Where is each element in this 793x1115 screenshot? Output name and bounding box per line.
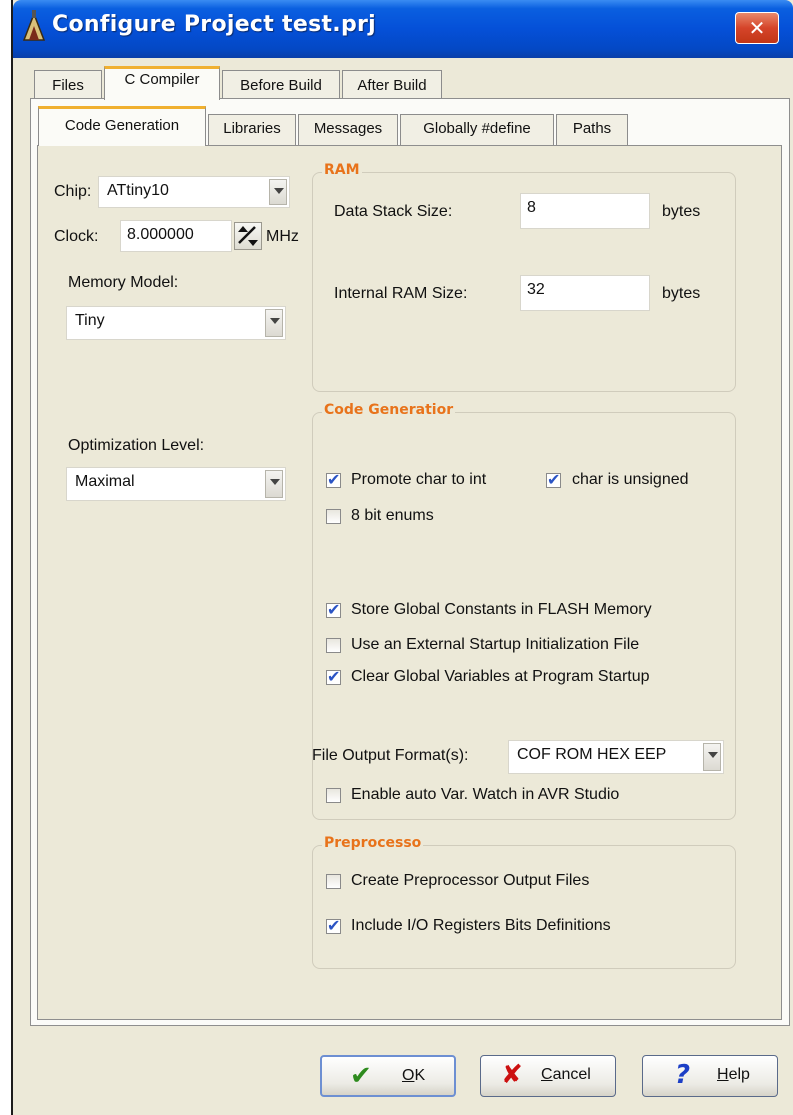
tab-files[interactable]: Files	[34, 70, 102, 100]
clock-label: Clock:	[54, 228, 99, 245]
chevron-down-icon[interactable]	[265, 309, 283, 337]
data-stack-input[interactable]: 8	[520, 193, 650, 229]
clock-spin-button[interactable]	[234, 222, 262, 250]
tab-messages[interactable]: Messages	[298, 114, 398, 146]
clock-value: 8.000000	[127, 226, 194, 243]
chevron-down-icon[interactable]	[265, 470, 283, 498]
help-button[interactable]: ? Help	[642, 1055, 778, 1097]
clock-input[interactable]: 8.000000	[120, 220, 232, 252]
data-stack-value: 8	[527, 199, 536, 216]
file-output-select[interactable]: COF ROM HEX EEP	[508, 740, 724, 774]
ok-label: OK	[402, 1067, 426, 1084]
chevron-down-icon[interactable]	[269, 179, 287, 205]
auto-var-watch-label: Enable auto Var. Watch in AVR Studio	[351, 786, 620, 803]
tab-after-build-label: After Build	[357, 77, 427, 94]
create-preproc-output-checkbox[interactable]	[326, 874, 341, 889]
auto-var-watch-checkbox[interactable]	[326, 788, 341, 803]
tab-messages-label: Messages	[313, 120, 383, 137]
tab-paths-label: Paths	[572, 120, 612, 137]
tab-c-compiler-label: C Compiler	[124, 71, 200, 88]
internal-ram-unit: bytes	[662, 285, 701, 302]
chip-select[interactable]: ATtiny10	[98, 176, 290, 208]
memory-model-select[interactable]: Tiny	[66, 306, 286, 340]
cancel-button[interactable]: ✘ Cancel	[480, 1055, 616, 1097]
close-x-icon: ✘	[501, 1060, 523, 1090]
tab-libraries-label: Libraries	[223, 120, 281, 137]
tab-globally-define[interactable]: Globally #define	[400, 114, 554, 146]
include-io-checkbox[interactable]	[326, 916, 341, 935]
ok-button[interactable]: ✔ OK	[320, 1055, 456, 1097]
code-generator-group-title: Code Generatior	[322, 402, 456, 418]
internal-ram-value: 32	[527, 281, 545, 298]
external-startup-checkbox[interactable]	[326, 638, 341, 653]
tab-after-build[interactable]: After Build	[342, 70, 442, 100]
tab-code-generation[interactable]: Code Generation	[38, 106, 206, 146]
chip-value: ATtiny10	[107, 182, 169, 199]
memory-model-value: Tiny	[75, 312, 105, 329]
create-preproc-output-label: Create Preprocessor Output Files	[351, 872, 590, 889]
window-title: Configure Project test.prj	[52, 12, 376, 37]
close-icon: ✕	[748, 16, 766, 40]
tab-paths[interactable]: Paths	[556, 114, 628, 146]
tab-code-generation-label: Code Generation	[64, 117, 180, 134]
promote-char-checkbox[interactable]	[326, 470, 341, 489]
tab-globally-define-label: Globally #define	[423, 120, 531, 137]
tab-before-build-label: Before Build	[240, 77, 322, 94]
file-output-label: File Output Format(s):	[312, 747, 469, 764]
cancel-label: Cancel	[541, 1066, 591, 1083]
question-mark-icon: ?	[675, 1060, 691, 1090]
optimization-label: Optimization Level:	[68, 437, 205, 454]
chevron-down-icon[interactable]	[703, 743, 721, 771]
tab-c-compiler[interactable]: C Compiler	[104, 66, 220, 100]
store-global-const-checkbox[interactable]	[326, 600, 341, 619]
internal-ram-input[interactable]: 32	[520, 275, 650, 311]
optimization-value: Maximal	[75, 473, 135, 490]
tab-libraries[interactable]: Libraries	[208, 114, 296, 146]
chip-label: Chip:	[54, 183, 92, 200]
tab-before-build[interactable]: Before Build	[222, 70, 340, 100]
bit8-enums-checkbox[interactable]	[326, 509, 341, 524]
ram-group-title: RAM	[322, 162, 362, 178]
clock-unit: MHz	[266, 228, 299, 245]
help-label: Help	[717, 1066, 750, 1083]
external-startup-label: Use an External Startup Initialization F…	[351, 636, 640, 653]
checkmark-icon: ✔	[350, 1061, 372, 1091]
preprocessor-group	[312, 845, 736, 969]
include-io-label: Include I/O Registers Bits Definitions	[351, 917, 611, 934]
internal-ram-label: Internal RAM Size:	[334, 285, 468, 302]
file-output-value: COF ROM HEX EEP	[517, 746, 667, 763]
bit8-enums-label: 8 bit enums	[351, 507, 434, 524]
promote-char-label: Promote char to int	[351, 471, 487, 488]
char-unsigned-checkbox[interactable]	[546, 470, 561, 489]
clear-globals-checkbox[interactable]	[326, 667, 341, 686]
preprocessor-group-title: Preprocesso	[322, 835, 424, 851]
tab-files-label: Files	[52, 77, 84, 94]
char-unsigned-label: char is unsigned	[572, 471, 689, 488]
app-icon	[20, 10, 48, 44]
spin-arrows-icon	[238, 226, 258, 246]
data-stack-unit: bytes	[662, 203, 701, 220]
close-button[interactable]: ✕	[735, 12, 779, 44]
data-stack-label: Data Stack Size:	[334, 203, 453, 220]
store-global-const-label: Store Global Constants in FLASH Memory	[351, 601, 652, 618]
memory-model-label: Memory Model:	[68, 274, 179, 291]
optimization-select[interactable]: Maximal	[66, 467, 286, 501]
clear-globals-label: Clear Global Variables at Program Startu…	[351, 668, 650, 685]
